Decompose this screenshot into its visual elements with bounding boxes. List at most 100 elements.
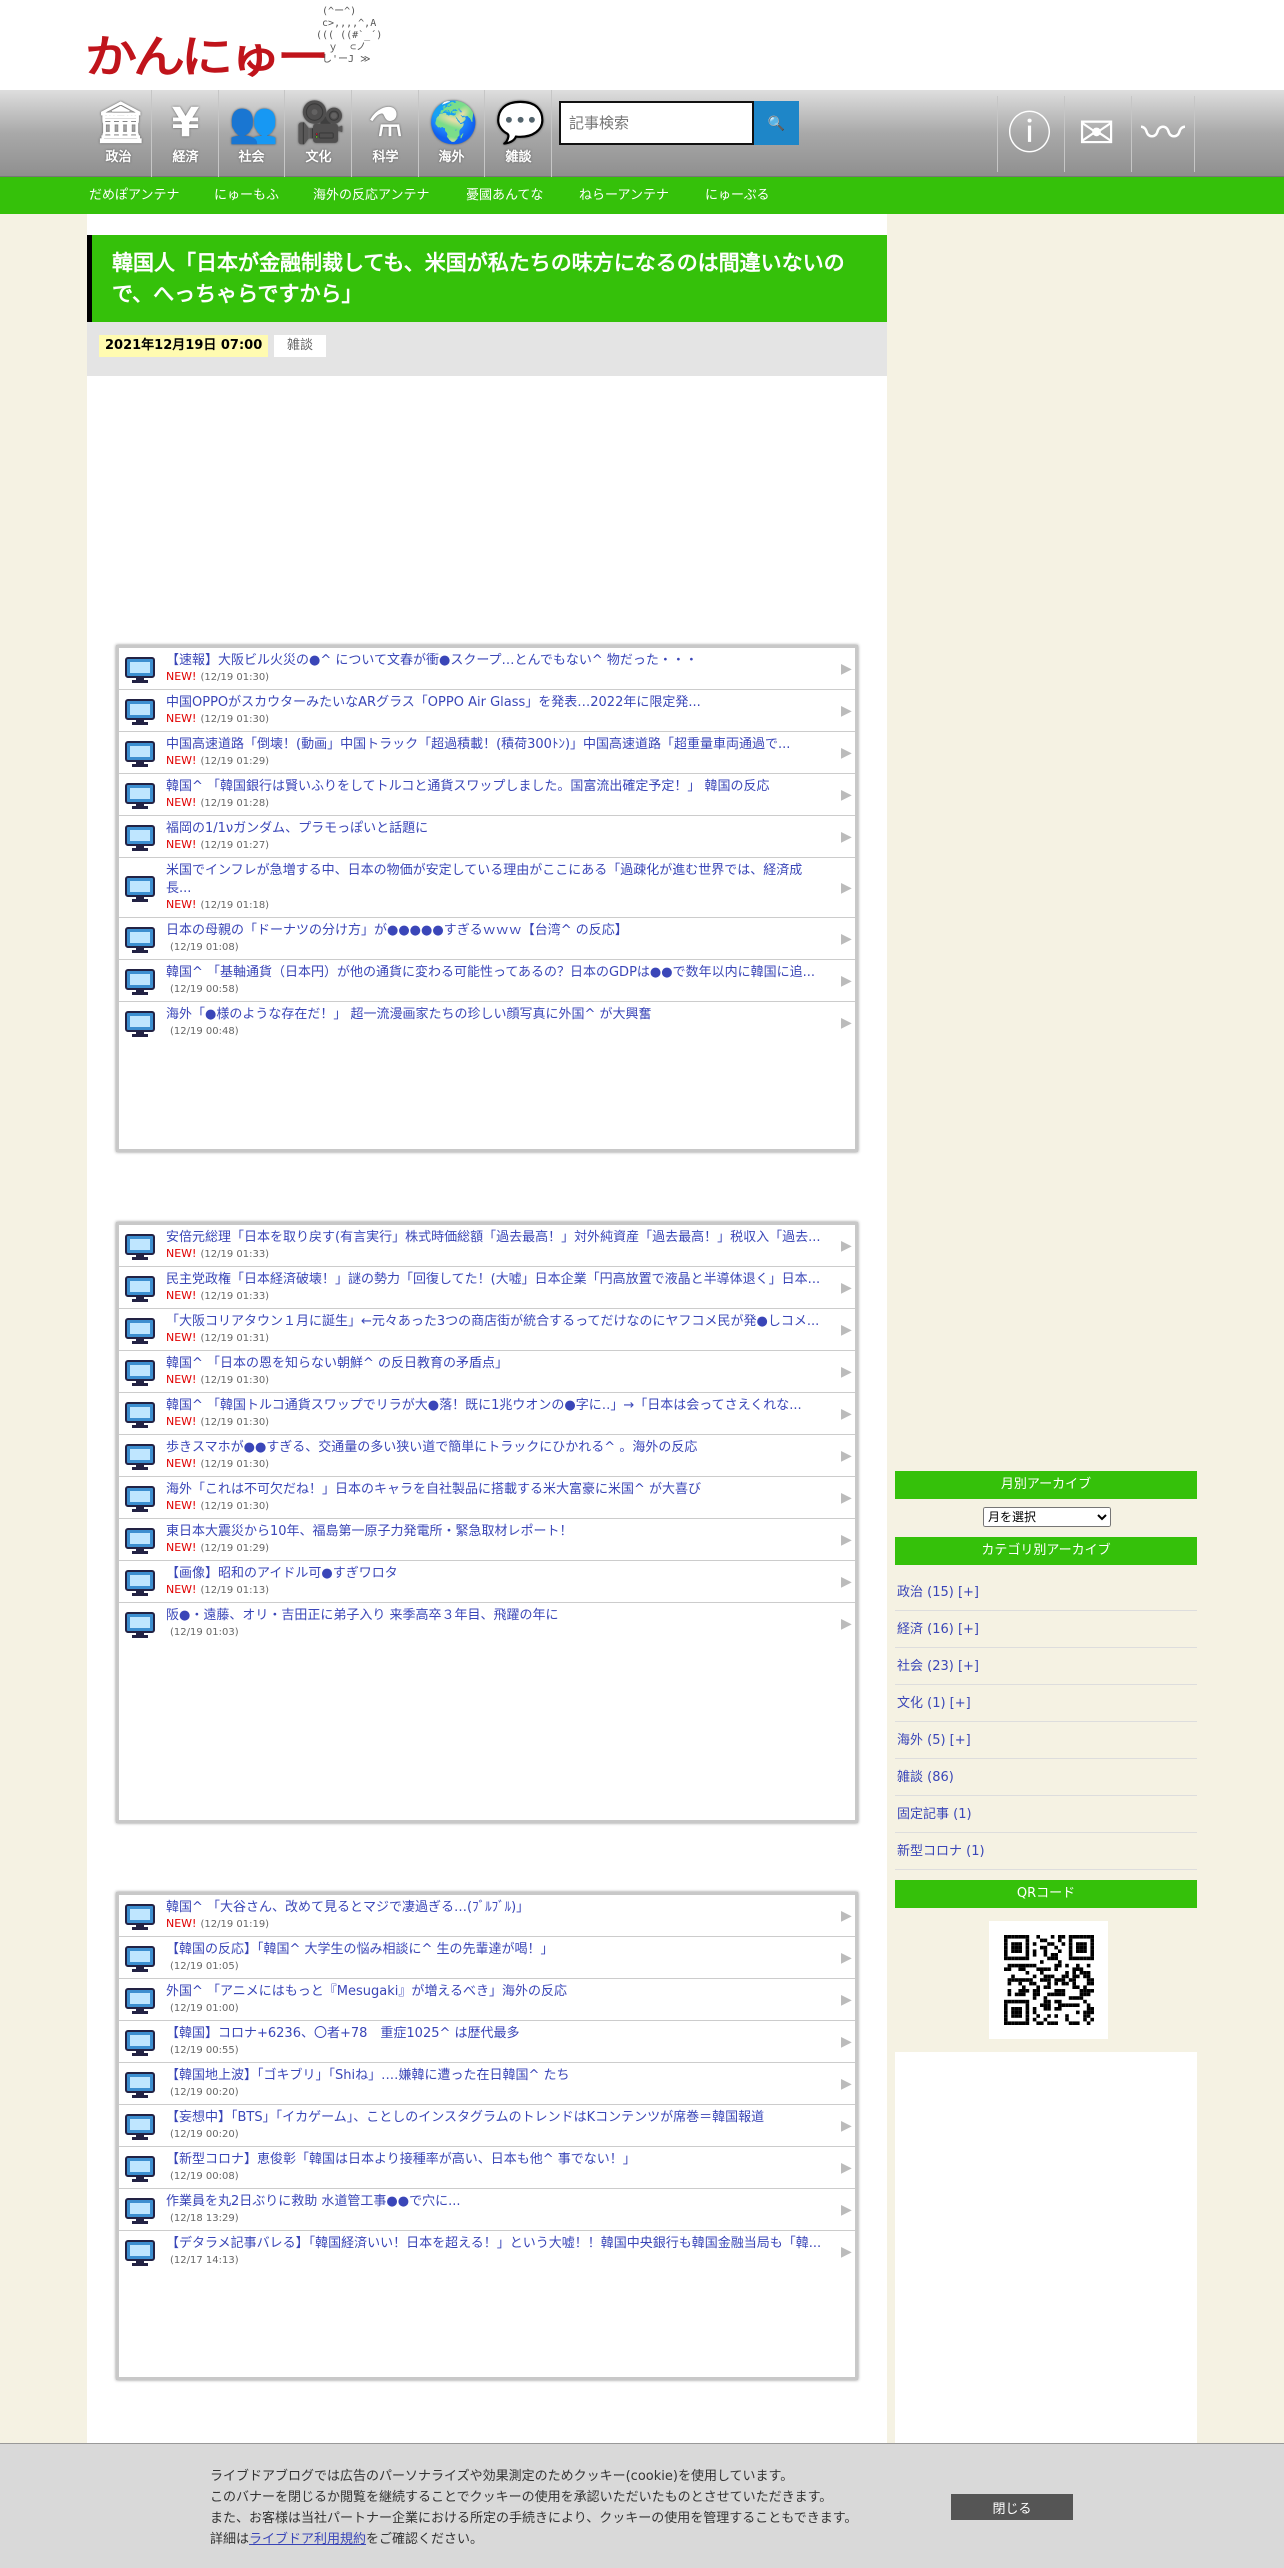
rss-icon[interactable]: 〰: [1131, 96, 1195, 172]
mail-icon[interactable]: ✉: [1064, 96, 1128, 172]
monitor-icon: [124, 1314, 156, 1346]
feed-item-meta: (12/19 00:55): [166, 2043, 825, 2058]
article-category-badge[interactable]: 雑談: [274, 335, 326, 357]
feed-item-link[interactable]: 「大阪コリアタウン１月に誕生」←元々あった3つの商店街が統合するってだけなのにヤ…: [166, 1313, 825, 1331]
feed-item: 海外「これは不可欠だね！」日本のキャラを自社製品に搭載する米大富豪に米国^ が大…: [119, 1477, 855, 1519]
mascot-ascii-art: (^ー^) c>,,,,^,A ((( ((#`_´) ｙ ⊂ノ し'ーJ ≫: [316, 6, 383, 65]
antenna-link[interactable]: にゅーもふ: [214, 177, 279, 214]
feed-item-link[interactable]: 海外「●様のような存在だ！」 超一流漫画家たちの珍しい顔写真に外国^ が大興奮: [166, 1006, 825, 1024]
category-archive-link[interactable]: 経済 (16) [+]: [895, 1611, 1197, 1648]
feed-item-link[interactable]: 安倍元総理「日本を取り戻す(有言実行」株式時価総額「過去最高！」対外純資産「過去…: [166, 1229, 825, 1247]
nav-category-2[interactable]: 👥 社会: [219, 90, 285, 177]
search-button[interactable]: 🔍: [754, 101, 799, 145]
search-input[interactable]: [559, 101, 754, 145]
category-archive-link[interactable]: 固定記事 (1): [895, 1796, 1197, 1833]
feed-item-link[interactable]: 日本の母親の「ドーナツの分け方」が●●●●●すぎるｗｗｗ【台湾^ の反応】: [166, 922, 825, 940]
feed-item-link[interactable]: 歩きスマホが●●すぎる、交通量の多い狭い道で簡単にトラックにひかれる^ 。海外の…: [166, 1439, 825, 1457]
feed-item-meta: NEW! (12/19 01:27): [166, 838, 825, 853]
feed-item-link[interactable]: 韓国^ 「日本の恩を知らない朝鮮^ の反日教育の矛盾点」: [166, 1355, 825, 1373]
feed-item-meta: NEW! (12/19 01:30): [166, 1373, 825, 1388]
feed-item-link[interactable]: 阪●・遠藤、オリ・吉田正に弟子入り 来季高卒３年目、飛躍の年に: [166, 1607, 825, 1625]
category-archive-link[interactable]: 政治 (15) [+]: [895, 1574, 1197, 1611]
feed-item: 【妄想中】「BTS」「イカゲーム」、ことしのインスタグラムのトレンドはKコンテン…: [119, 2105, 855, 2147]
feed-item-time: (12/19 01:28): [200, 798, 270, 809]
nav-category-4[interactable]: ⚗ 科学: [353, 90, 419, 177]
monitor-icon: [124, 1608, 156, 1640]
feed-item-link[interactable]: 民主党政権「日本経済破壊！」謎の勢力「回復してた！(大嘘」日本企業「円高放置で液…: [166, 1271, 825, 1289]
antenna-link[interactable]: だめぽアンテナ: [89, 177, 179, 214]
nav-category-1[interactable]: ¥ 経済: [153, 90, 219, 177]
monitor-icon: [124, 2236, 156, 2268]
chevron-right-icon: ▶: [841, 930, 852, 947]
category-archive-link[interactable]: 新型コロナ (1): [895, 1833, 1197, 1870]
feed-item-link[interactable]: 米国でインフレが急増する中、日本の物価が安定している理由がここにある「過疎化が進…: [166, 862, 825, 898]
feed-item-link[interactable]: 韓国^ 「基軸通貨（日本円）が他の通貨に変わる可能性ってあるの？日本のGDPは●…: [166, 964, 825, 982]
nav-category-6[interactable]: 💬 雑談: [486, 90, 552, 177]
monitor-icon: [124, 1482, 156, 1514]
nav-category-label: 社会: [238, 150, 265, 165]
nav-category-label: 文化: [305, 150, 332, 165]
antenna-link[interactable]: 憂國あんてな: [466, 177, 543, 214]
feed-item-link[interactable]: 【新型コロナ】恵俊彰「韓国は日本より接種率が高い、日本も他^ 事でない！」: [166, 2151, 825, 2169]
info-icon[interactable]: ⓘ: [997, 96, 1061, 172]
feed-item-link[interactable]: 【速報】大阪ビル火災の●^ について文春が衝●スクープ…とんでもない^ 物だった…: [166, 652, 825, 670]
feed-item-link[interactable]: 外国^ 「アニメにはもっと『Mesugaki』が増えるべき」海外の反応: [166, 1983, 825, 2001]
feed-item-link[interactable]: 韓国^ 「韓国銀行は賢いふりをしてトルコと通貨スワップしました。国富流出確定予定…: [166, 778, 825, 796]
month-select[interactable]: 月を選択: [983, 1507, 1111, 1527]
chevron-right-icon: ▶: [841, 702, 852, 719]
cookie-close-button[interactable]: 閉じる: [951, 2494, 1073, 2520]
new-badge: NEW!: [166, 796, 197, 809]
feed-item-time: (12/19 00:55): [170, 2045, 239, 2056]
feed-item-link[interactable]: 韓国^ 「韓国トルコ通貨スワップでリラが大●落！既に1兆ウオンの●字に‥」→「日…: [166, 1397, 825, 1415]
site-logo[interactable]: かんにゅー: [85, 32, 329, 83]
monitor-icon: [124, 2110, 156, 2142]
sidebar-ad-area: [895, 2052, 1197, 2452]
coins-icon: ¥: [171, 100, 200, 146]
new-badge: NEW!: [166, 1415, 197, 1428]
monitor-icon: [124, 1566, 156, 1598]
feed-item-link[interactable]: 中国高速道路「倒壊！(動画」中国トラック「超過積載！(積荷300ﾄﾝ)」中国高速…: [166, 736, 825, 754]
feed-item-link[interactable]: 【韓国】コロナ+6236、〇者+78 重症1025^ は歴代最多: [166, 2025, 825, 2043]
category-archive-link[interactable]: 社会 (23) [+]: [895, 1648, 1197, 1685]
antenna-link[interactable]: 海外の反応アンテナ: [313, 177, 429, 214]
category-archive-link[interactable]: 海外 (5) [+]: [895, 1722, 1197, 1759]
feed-item-link[interactable]: 【デタラメ記事バレる】「韓国経済いい！日本を超える！」という大嘘！！韓国中央銀行…: [166, 2235, 825, 2253]
feed-item-link[interactable]: 作業員を丸2日ぶりに救助 水道管工事●●で穴に...: [166, 2193, 825, 2211]
feed-item-link[interactable]: 東日本大震災から10年、福島第一原子力発電所・緊急取材レポート！: [166, 1523, 825, 1541]
nav-category-5[interactable]: 🌍 海外: [419, 90, 485, 177]
feed-item-time: (12/19 01:30): [200, 1459, 270, 1470]
chevron-right-icon: ▶: [841, 2159, 852, 2176]
category-archive-link[interactable]: 文化 (1) [+]: [895, 1685, 1197, 1722]
feed-item-meta: NEW! (12/19 01:18): [166, 898, 825, 913]
feed-item-link[interactable]: 海外「これは不可欠だね！」日本のキャラを自社製品に搭載する米大富豪に米国^ が大…: [166, 1481, 825, 1499]
cookie-message: ライブドアブログでは広告のパーソナライズや効果測定のためクッキー(cookie)…: [210, 2466, 930, 2550]
feed-item-time: (12/19 01:30): [200, 1501, 270, 1512]
feed-item-link[interactable]: 【妄想中】「BTS」「イカゲーム」、ことしのインスタグラムのトレンドはKコンテン…: [166, 2109, 825, 2127]
monitor-icon: [124, 1984, 156, 2016]
feed-item-link[interactable]: 【韓国地上波】「ゴキブリ」「Shiね」‥‥嫌韓に遭った在日韓国^ たち: [166, 2067, 825, 2085]
antenna-link[interactable]: ねらーアンテナ: [579, 177, 669, 214]
nav-category-0[interactable]: 🏛 政治: [86, 90, 152, 177]
feed-item: 【速報】大阪ビル火災の●^ について文春が衝●スクープ…とんでもない^ 物だった…: [119, 648, 855, 690]
feed-item-link[interactable]: 中国OPPOがスカウターみたいなARグラス「OPPO Air Glass」を発表…: [166, 694, 825, 712]
monitor-icon: [124, 2068, 156, 2100]
feed-item-meta: (12/19 01:03): [166, 1625, 825, 1640]
feed-item-link[interactable]: 【韓国の反応】「韓国^ 大学生の悩み相談に^ 生の先輩達が喝！」: [166, 1941, 825, 1959]
feed-item: 【韓国の反応】「韓国^ 大学生の悩み相談に^ 生の先輩達が喝！」 (12/19 0…: [119, 1937, 855, 1979]
feed-item-time: (12/19 00:20): [170, 2129, 239, 2140]
antenna-link[interactable]: にゅーぷる: [705, 177, 769, 214]
feed-item-link[interactable]: 韓国^ 「大谷さん、改めて見るとマジで凄過ぎる…(ﾌﾞﾙﾌﾞﾙ)」: [166, 1899, 825, 1917]
nav-category-3[interactable]: 🎥 文化: [286, 90, 352, 177]
terms-link[interactable]: ライブドア利用規約: [249, 2532, 366, 2547]
new-badge: NEW!: [166, 670, 197, 683]
monthly-archive-heading: 月別アーカイブ: [895, 1471, 1197, 1499]
feed-item-link[interactable]: 福岡の1/1νガンダム、プラモっぽいと話題に: [166, 820, 825, 838]
chevron-right-icon: ▶: [841, 1615, 852, 1632]
capitol-icon: 🏛: [95, 100, 147, 146]
feed-item: 民主党政権「日本経済破壊！」謎の勢力「回復してた！(大嘘」日本企業「円高放置で液…: [119, 1267, 855, 1309]
feed-item: 韓国^ 「大谷さん、改めて見るとマジで凄過ぎる…(ﾌﾞﾙﾌﾞﾙ)」 NEW! (12…: [119, 1895, 855, 1937]
nav-category-label: 政治: [105, 150, 132, 165]
category-archive-link[interactable]: 雑談 (86): [895, 1759, 1197, 1796]
feed-item-link[interactable]: 【画像】昭和のアイドル可●すぎワロタ: [166, 1565, 825, 1583]
new-badge: NEW!: [166, 838, 197, 851]
